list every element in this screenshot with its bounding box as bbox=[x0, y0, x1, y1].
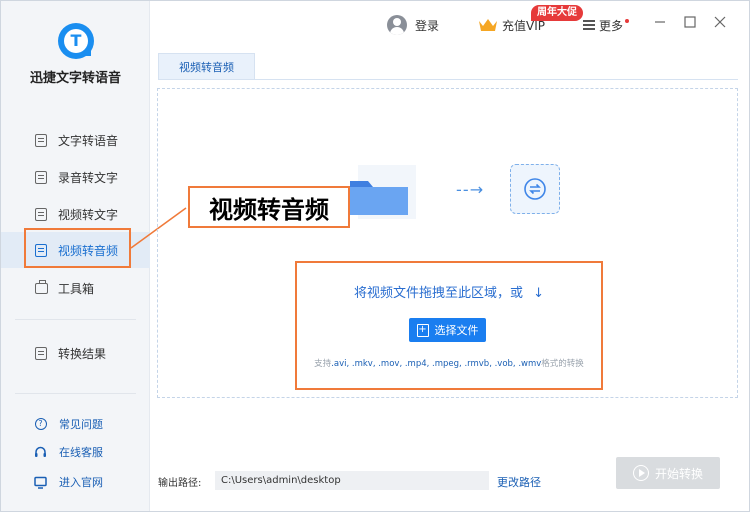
tab-video-to-audio[interactable]: 视频转音频 bbox=[158, 53, 255, 80]
toolbox-icon bbox=[34, 279, 48, 295]
sidebar-link-faq[interactable]: ? 常见问题 bbox=[1, 412, 150, 436]
start-convert-button[interactable]: 开始转换 bbox=[616, 457, 720, 489]
change-path-link[interactable]: 更改路径 bbox=[497, 474, 541, 490]
headset-icon bbox=[34, 446, 47, 459]
maximize-button[interactable] bbox=[682, 14, 698, 30]
select-file-button[interactable]: + 选择文件 bbox=[409, 318, 486, 342]
sidebar-link-label: 进入官网 bbox=[59, 476, 103, 489]
app-title: 迅捷文字转语音 bbox=[29, 71, 121, 86]
more-label: 更多 bbox=[599, 18, 624, 33]
output-path-field[interactable]: C:\Users\admin\desktop bbox=[215, 471, 489, 490]
text-to-speech-icon bbox=[34, 133, 48, 147]
formats-list: .avi, .mkv, .mov, .mp4, .mpeg, .rmvb, .v… bbox=[331, 359, 542, 369]
sidebar-item-video-to-text[interactable]: 视频转文字 bbox=[1, 196, 150, 232]
annotation-highlight-box bbox=[24, 228, 131, 268]
sidebar-link-label: 常见问题 bbox=[59, 418, 103, 431]
login-label: 登录 bbox=[415, 18, 440, 33]
sidebar-divider bbox=[15, 393, 136, 394]
sidebar-item-label: 转换结果 bbox=[58, 346, 107, 361]
arrow-right-icon: - - → bbox=[456, 180, 483, 199]
sidebar-item-label: 视频转文字 bbox=[58, 207, 119, 222]
more-menu-button[interactable]: 更多 bbox=[583, 14, 630, 36]
close-button[interactable] bbox=[712, 14, 728, 30]
login-button[interactable]: 登录 bbox=[387, 14, 439, 36]
tab-underline bbox=[158, 79, 738, 80]
formats-suffix: 格式的转换 bbox=[541, 359, 584, 369]
supported-formats: 支持.avi, .mkv, .mov, .mp4, .mpeg, .rmvb, … bbox=[295, 357, 603, 369]
results-icon bbox=[34, 346, 48, 360]
add-file-icon: + bbox=[416, 323, 429, 337]
sidebar-item-label: 录音转文字 bbox=[58, 170, 119, 185]
video-to-text-icon bbox=[34, 207, 48, 221]
select-file-label: 选择文件 bbox=[434, 324, 479, 337]
app-logo-icon: T bbox=[58, 23, 94, 59]
sidebar-item-recording-to-text[interactable]: 录音转文字 bbox=[1, 159, 150, 195]
notification-dot bbox=[625, 19, 630, 23]
formats-prefix: 支持 bbox=[314, 359, 332, 369]
promo-badge: 周年大促 bbox=[531, 5, 583, 21]
drop-prompt-text: 将视频文件拖拽至此区域，或 bbox=[353, 286, 523, 301]
user-avatar-icon bbox=[387, 15, 407, 35]
sidebar-item-label: 文字转语音 bbox=[58, 133, 119, 148]
question-icon: ? bbox=[34, 418, 47, 431]
convert-icon bbox=[510, 164, 560, 214]
folder-icon bbox=[348, 163, 418, 221]
menu-icon bbox=[583, 20, 595, 30]
drop-prompt: 将视频文件拖拽至此区域，或 ↓ bbox=[295, 282, 603, 301]
play-icon bbox=[632, 465, 649, 481]
sidebar-link-support[interactable]: 在线客服 bbox=[1, 440, 150, 464]
minimize-button[interactable] bbox=[652, 14, 668, 30]
sidebar-item-label: 工具箱 bbox=[58, 281, 95, 296]
sidebar-divider bbox=[15, 319, 136, 320]
arrow-down-icon: ↓ bbox=[533, 286, 545, 301]
sidebar-item-results[interactable]: 转换结果 bbox=[1, 335, 150, 371]
output-path-label: 输出路径: bbox=[158, 478, 202, 489]
maximize-icon bbox=[684, 16, 696, 28]
sidebar-item-text-to-speech[interactable]: 文字转语音 bbox=[1, 122, 150, 158]
monitor-icon bbox=[34, 476, 47, 489]
sidebar-item-toolbox[interactable]: 工具箱 bbox=[1, 270, 150, 306]
sidebar-link-label: 在线客服 bbox=[59, 446, 103, 459]
minimize-icon bbox=[655, 21, 665, 23]
recording-to-text-icon bbox=[34, 170, 48, 184]
crown-icon bbox=[479, 19, 497, 31]
sidebar-link-website[interactable]: 进入官网 bbox=[1, 470, 150, 494]
start-convert-label: 开始转换 bbox=[654, 466, 703, 481]
close-icon bbox=[714, 16, 726, 28]
